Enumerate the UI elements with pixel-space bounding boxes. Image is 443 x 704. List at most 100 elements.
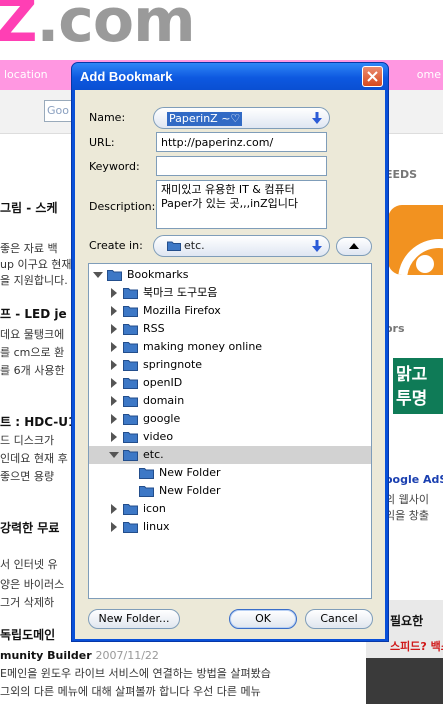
folder-icon	[123, 342, 138, 353]
bottom-ad-line-1: 필요한	[390, 614, 424, 628]
tree-item[interactable]: linux	[89, 518, 371, 536]
post-excerpt: up 이구요 현재	[0, 258, 72, 271]
tree-item-label: RSS	[143, 322, 165, 335]
rss-feed-icon[interactable]	[388, 205, 443, 275]
create-in-folder-name: etc.	[184, 239, 205, 252]
tree-item-label: Bookmarks	[127, 268, 189, 281]
expand-arrow-icon[interactable]	[109, 522, 119, 532]
folder-icon	[123, 504, 138, 515]
tree-item-label: openID	[143, 376, 183, 389]
folder-icon	[123, 360, 138, 371]
tree-item-label: domain	[143, 394, 185, 407]
collapse-arrow-icon[interactable]	[93, 270, 103, 280]
post-title[interactable]: 그림 - 스케	[0, 200, 80, 217]
feeds-heading: EEDS	[385, 168, 418, 181]
keyword-label: Keyword:	[89, 160, 140, 173]
folder-icon	[139, 468, 154, 479]
tree-item-label: springnote	[143, 358, 203, 371]
folder-icon	[123, 378, 138, 389]
tree-item-label: etc.	[143, 448, 164, 461]
tree-item[interactable]: domain	[89, 392, 371, 410]
folder-icon	[123, 522, 138, 533]
tree-item[interactable]: google	[89, 410, 371, 428]
adsense-title[interactable]: oogle AdSe	[385, 473, 443, 486]
tree-item[interactable]: video	[89, 428, 371, 446]
expand-arrow-icon[interactable]	[109, 342, 119, 352]
post-excerpt: 드 디스크가	[0, 434, 55, 447]
post-excerpt: 양은 바이러스	[0, 578, 65, 591]
tree-item-label: 북마크 도구모음	[143, 286, 218, 299]
dialog-title: Add Bookmark	[80, 69, 173, 84]
post-excerpt: 를 cm으로 환	[0, 346, 65, 359]
tree-item[interactable]: springnote	[89, 356, 371, 374]
expand-arrow-icon[interactable]	[109, 378, 119, 388]
description-field[interactable]: 재미있고 유용한 IT & 컴퓨터 Paper가 있는 곳,,,inZ입니다	[156, 180, 327, 229]
tree-item[interactable]: New Folder	[89, 464, 371, 482]
url-label: URL:	[89, 136, 115, 149]
expand-arrow-icon[interactable]	[109, 324, 119, 334]
folder-icon	[123, 324, 138, 335]
new-folder-button[interactable]: New Folder...	[88, 609, 180, 629]
name-combo[interactable]: PaperinZ ~♡	[153, 107, 330, 129]
expand-tree-button[interactable]	[336, 237, 372, 256]
post-excerpt: 를 6개 사용한	[0, 364, 65, 377]
url-field[interactable]: http://paperinz.com/	[156, 132, 327, 152]
green-ad-line-1: 맑고	[396, 365, 428, 385]
tree-item[interactable]: 북마크 도구모음	[89, 284, 371, 302]
tree-item[interactable]: RSS	[89, 320, 371, 338]
close-button[interactable]	[362, 66, 383, 87]
tree-item-label: New Folder	[159, 466, 221, 479]
tree-item[interactable]: New Folder	[89, 482, 371, 500]
post-excerpt: 그거 삭제하	[0, 596, 55, 609]
tree-item[interactable]: openID	[89, 374, 371, 392]
tree-item-label: Mozilla Firefox	[143, 304, 221, 317]
expand-arrow-icon[interactable]	[109, 414, 119, 424]
create-in-combo[interactable]: etc.	[153, 235, 330, 257]
dialog-titlebar[interactable]: Add Bookmark	[72, 63, 388, 90]
tree-item-label: making money online	[143, 340, 263, 353]
expand-arrow-icon[interactable]	[109, 306, 119, 316]
folder-icon	[123, 396, 138, 407]
article-author: munity Builder	[0, 649, 92, 662]
site-logo[interactable]: Z.com	[0, 0, 196, 56]
tree-item-label: video	[143, 430, 174, 443]
article-line-2: 그외의 다른 메뉴에 대해 살펴볼까 합니다 우선 다른 메뉴	[0, 685, 261, 698]
folder-icon	[123, 306, 138, 317]
tree-item[interactable]: Bookmarks	[89, 266, 371, 284]
expand-arrow-icon[interactable]	[109, 504, 119, 514]
post-excerpt: 좋은 자료 백	[0, 242, 58, 255]
expand-arrow-icon[interactable]	[109, 432, 119, 442]
post-title[interactable]: 강력한 무료	[0, 520, 80, 537]
tree-item[interactable]: icon	[89, 500, 371, 518]
tree-item[interactable]: etc.	[89, 446, 371, 464]
sponsors-heading: ors	[385, 322, 405, 335]
green-ad-banner[interactable]: 맑고투명	[393, 358, 443, 414]
nav-link-location[interactable]: location	[4, 68, 48, 81]
add-bookmark-dialog: Add Bookmark Name: PaperinZ ~♡ URL: http…	[71, 62, 389, 642]
post-title[interactable]: 프 - LED je	[0, 306, 80, 323]
adsense-text-1: 의 웹사이	[385, 493, 429, 506]
tree-item-label: linux	[143, 520, 170, 533]
tree-item-label: icon	[143, 502, 166, 515]
description-label: Description:	[89, 200, 156, 213]
expand-arrow-icon[interactable]	[109, 396, 119, 406]
collapse-arrow-icon[interactable]	[109, 450, 119, 460]
folder-icon	[123, 288, 138, 299]
post-title[interactable]: 트 : HDC-U1	[0, 414, 80, 431]
expand-arrow-icon[interactable]	[109, 360, 119, 370]
post-excerpt: 을 지원합니다.	[0, 274, 68, 287]
green-ad-line-2: 투명	[396, 389, 428, 409]
nav-link-home[interactable]: ome	[417, 68, 441, 81]
arrow-down-icon[interactable]	[309, 238, 325, 254]
expand-arrow-icon[interactable]	[109, 288, 119, 298]
ok-button[interactable]: OK	[229, 609, 297, 629]
tree-item[interactable]: making money online	[89, 338, 371, 356]
folder-tree[interactable]: Bookmarks 북마크 도구모음 Mozilla Firefox RSS makin…	[88, 263, 372, 599]
folder-icon	[167, 241, 181, 251]
keyword-field[interactable]	[156, 156, 327, 176]
folder-icon	[107, 270, 122, 281]
arrow-down-icon[interactable]	[309, 110, 325, 126]
cancel-button[interactable]: Cancel	[305, 609, 373, 629]
article-title[interactable]: 독립도메인	[0, 627, 80, 644]
tree-item[interactable]: Mozilla Firefox	[89, 302, 371, 320]
